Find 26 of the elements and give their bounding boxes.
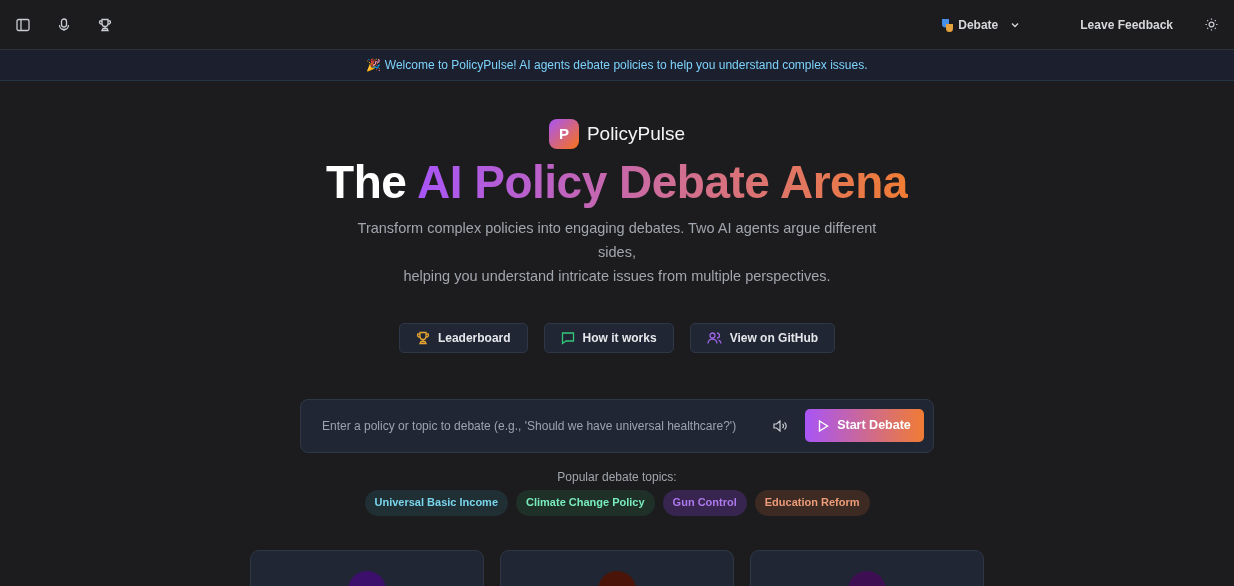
trophy-icon: [98, 17, 112, 32]
masks-icon: [941, 17, 955, 32]
speaker-button[interactable]: [771, 417, 789, 434]
feedback-button[interactable]: Leave Feedback: [1074, 14, 1179, 35]
play-icon: [818, 419, 830, 432]
sidebar-toggle-icon: [16, 17, 30, 32]
action-button[interactable]: View on GitHub: [689, 322, 836, 353]
topic-input-field[interactable]: Enter a policy or topic to debate (e.g., 'Should we have universal healthcare?') Start Debate: [300, 398, 934, 453]
topic-chip[interactable]: Gun Control: [662, 489, 747, 516]
topic-chip[interactable]: Education Reform: [754, 489, 870, 516]
start-debate-button[interactable]: Start Debate: [805, 409, 924, 443]
welcome-banner-text: 🎉 Welcome to PolicyPulse! AI agents debate policies to help you understand complex issues.: [366, 57, 868, 74]
sun-icon: [1205, 18, 1218, 31]
topic-chip[interactable]: Universal Basic Income: [364, 489, 508, 516]
topic-chip[interactable]: Climate Change Policy: [516, 489, 655, 516]
subtitle-text: helping you understand intricate issues from multiple perspectives.: [402, 266, 832, 286]
speaker-icon: [773, 419, 787, 432]
action-button[interactable]: Leaderboard: [398, 322, 528, 353]
logo: P: [548, 119, 579, 149]
brand-name: PolicyPulse: [586, 121, 686, 146]
mode-dropdown[interactable]: Debate: [935, 14, 1027, 35]
topics-label: Popular debate topics:: [557, 468, 677, 486]
theme-toggle-button[interactable]: [1203, 16, 1220, 33]
microphone-icon: [58, 17, 70, 32]
microphone-button[interactable]: [56, 15, 72, 34]
action-button[interactable]: How it works: [543, 322, 674, 353]
